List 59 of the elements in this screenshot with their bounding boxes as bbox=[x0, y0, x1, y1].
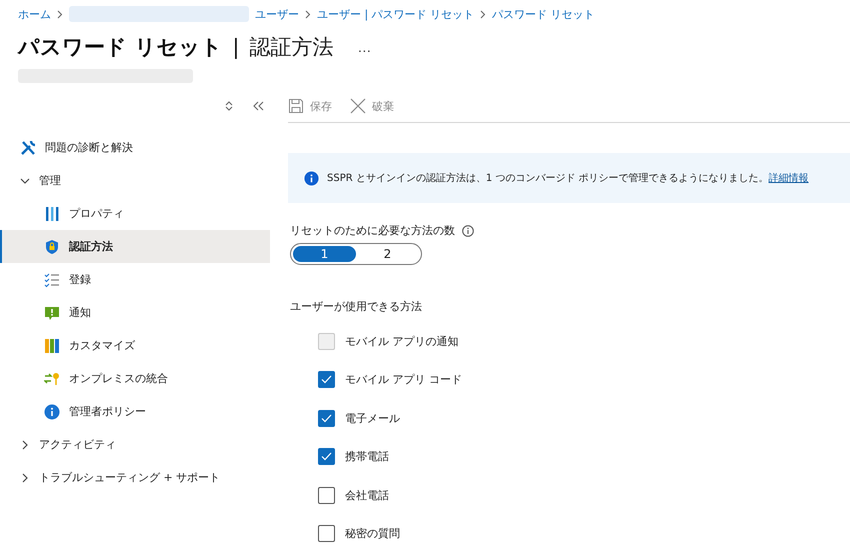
field-label: リセットのために必要な方法の数 bbox=[290, 223, 455, 238]
breadcrumb-link[interactable]: ホーム bbox=[18, 6, 51, 22]
section-label: ユーザーが使用できる方法 bbox=[290, 299, 422, 314]
sidebar-item[interactable]: 登録 bbox=[0, 263, 270, 296]
sort-icon[interactable] bbox=[225, 101, 233, 111]
checkbox[interactable] bbox=[318, 525, 335, 542]
checkmark-icon bbox=[321, 375, 332, 384]
page-subtitle: 認証方法 bbox=[249, 34, 334, 61]
info-icon[interactable] bbox=[462, 224, 474, 236]
chevron-right-icon bbox=[305, 10, 311, 18]
title-separator: | bbox=[232, 35, 240, 59]
sidebar-item[interactable]: プロパティ bbox=[0, 197, 270, 230]
segment-option[interactable]: 1 bbox=[293, 246, 356, 262]
sidebar-item[interactable]: 管理 bbox=[0, 164, 270, 197]
breadcrumb-link[interactable]: パスワード リセット bbox=[492, 6, 595, 22]
color-bars-icon bbox=[44, 338, 60, 354]
checkbox-label: 電子メール bbox=[345, 410, 400, 426]
chevron-right-icon[interactable] bbox=[20, 440, 30, 450]
sidebar-item[interactable]: 問題の診断と解決 bbox=[0, 131, 270, 164]
chevron-down-icon[interactable] bbox=[20, 176, 30, 186]
sidebar-item[interactable]: オンプレミスの統合 bbox=[0, 362, 270, 395]
checkbox[interactable] bbox=[318, 486, 335, 504]
info-icon bbox=[304, 170, 319, 186]
sidebar-item[interactable]: 認証方法 bbox=[0, 230, 270, 263]
properties-icon bbox=[44, 206, 60, 222]
checkbox-label: 会社電話 bbox=[345, 488, 389, 503]
checkbox-label: 秘密の質問 bbox=[345, 526, 400, 542]
notification-icon bbox=[44, 304, 60, 320]
banner-text: SSPR とサインインの認証方法は、1 つのコンバージド ポリシーで管理できるようになりました。詳細情報 bbox=[327, 172, 809, 185]
chevron-right-icon[interactable] bbox=[20, 472, 30, 482]
sidebar-item[interactable]: トラブルシューティング + サポート bbox=[0, 461, 270, 494]
sidebar-item[interactable]: カスタマイズ bbox=[0, 329, 270, 362]
sidebar-item[interactable]: アクティビティ bbox=[0, 428, 270, 461]
checkbox-label: モバイル アプリの通知 bbox=[345, 334, 458, 349]
breadcrumb-link[interactable]: ユーザー | パスワード リセット bbox=[317, 6, 474, 22]
more-button[interactable]: … bbox=[353, 39, 376, 55]
checklist-icon bbox=[44, 272, 60, 288]
checkbox[interactable] bbox=[318, 410, 335, 427]
checkbox-label: モバイル アプリ コード bbox=[345, 372, 462, 388]
collapse-icon[interactable] bbox=[253, 101, 264, 111]
wrench-icon bbox=[20, 140, 36, 156]
sidebar-item[interactable]: 通知 bbox=[0, 296, 270, 329]
chevron-right-icon bbox=[480, 10, 486, 18]
segment-option[interactable]: 2 bbox=[356, 246, 419, 262]
checkbox-label: 携帯電話 bbox=[345, 449, 389, 464]
checkmark-icon bbox=[321, 414, 332, 423]
sidebar-item[interactable]: 管理者ポリシー bbox=[0, 395, 270, 428]
page-title: パスワード リセット bbox=[18, 34, 222, 61]
shield-lock-icon bbox=[44, 238, 60, 254]
sync-key-icon bbox=[44, 370, 60, 386]
chevron-right-icon bbox=[57, 10, 63, 18]
close-icon bbox=[350, 98, 366, 114]
save-icon bbox=[288, 98, 304, 114]
checkmark-icon bbox=[321, 452, 332, 462]
checkbox[interactable] bbox=[318, 448, 335, 466]
checkbox[interactable] bbox=[318, 371, 335, 388]
info-icon bbox=[44, 404, 60, 420]
breadcrumb-link[interactable]: ユーザー bbox=[255, 6, 299, 22]
learn-more-link[interactable]: 詳細情報 bbox=[768, 173, 809, 184]
